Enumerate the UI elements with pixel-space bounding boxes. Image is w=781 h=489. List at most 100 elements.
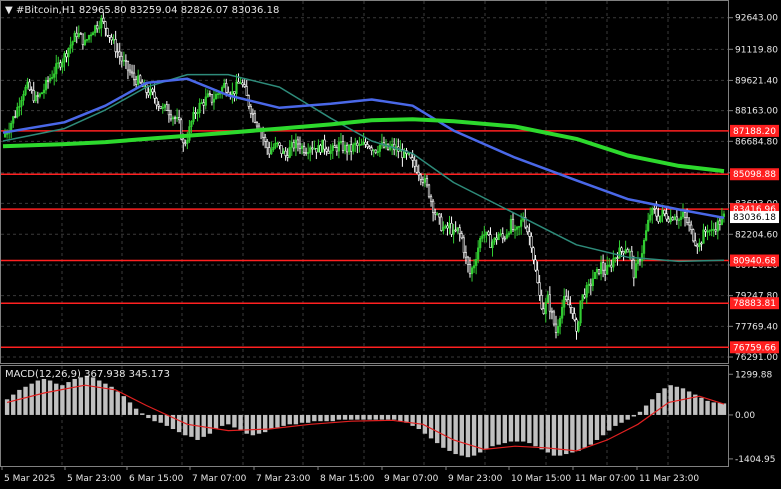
candle-body [438, 213, 441, 218]
candle-body [139, 75, 142, 83]
candle-body [348, 144, 351, 153]
candle-body [659, 215, 662, 222]
candle-body [505, 234, 508, 239]
candle-body [165, 104, 168, 111]
macd-histogram-bar [348, 414, 354, 420]
macd-histogram-bar [29, 383, 34, 415]
macd-histogram-bar [281, 414, 286, 426]
candle-body [429, 196, 433, 202]
candle-body [425, 178, 429, 186]
candle-body [434, 212, 437, 215]
candle-body [114, 38, 117, 52]
candle-body [298, 143, 302, 149]
time-tick-label: 7 Mar 07:00 [192, 474, 247, 484]
macd-histogram-bar [705, 400, 710, 415]
candle-body [362, 141, 365, 145]
macd-histogram-bar [484, 414, 489, 450]
candle-body [118, 51, 121, 57]
candle-body [499, 233, 502, 235]
price-tick-label: 82204.60 [735, 230, 778, 240]
candle-body [468, 264, 472, 275]
candle-body [460, 233, 463, 239]
chart-window[interactable]: 92643.00 91119.80 89621.40 88163.00 86684.80… [0, 0, 781, 489]
candle-body [577, 322, 580, 332]
macd-histogram-bar [521, 414, 526, 442]
candle-body [700, 242, 703, 245]
candle-body [313, 148, 316, 150]
macd-histogram-bar [336, 414, 342, 420]
macd-histogram-bar [582, 414, 587, 448]
candle-body [196, 112, 199, 115]
candle-body [624, 249, 627, 254]
candle-body [671, 217, 674, 221]
macd-histogram-bar [514, 414, 520, 442]
macd-histogram-bar [84, 375, 90, 415]
candle-body [42, 89, 46, 94]
candle-body [423, 178, 427, 183]
candle-body [452, 229, 455, 235]
candle-body [161, 107, 164, 109]
candle-body [284, 150, 287, 156]
candle-body [544, 302, 547, 314]
candle-body [317, 145, 320, 153]
candle-body [472, 265, 476, 269]
macd-histogram-bar [183, 414, 188, 436]
macd-histogram-bar [631, 414, 637, 417]
macd-histogram-bar [219, 414, 225, 426]
candle-body [69, 44, 72, 49]
candle-body [419, 174, 422, 180]
candle-body [556, 326, 560, 333]
macd-histogram-bar [232, 414, 237, 428]
macd-histogram-bar [576, 414, 581, 451]
candle-body [690, 224, 693, 230]
dropdown-arrow-icon[interactable]: ▼ [5, 5, 13, 16]
candle-body [458, 227, 461, 234]
candle-body [3, 133, 7, 138]
candle-body [194, 112, 197, 114]
macd-histogram-bar [600, 414, 606, 436]
candle-body [649, 214, 652, 221]
candle-body [178, 116, 181, 121]
macd-histogram-bar [66, 382, 71, 415]
candle-body [546, 294, 549, 303]
candle-body [276, 142, 279, 145]
candle-body [343, 144, 347, 151]
candle-body [22, 94, 25, 101]
candle-body [184, 142, 187, 145]
macd-histogram-bar [195, 414, 200, 440]
candle-body [483, 234, 486, 237]
candle-body [325, 148, 328, 152]
candle-body [448, 223, 451, 229]
candle-body [253, 113, 257, 123]
candle-body [618, 247, 621, 259]
macd-histogram-bar [293, 414, 299, 425]
candle-body [462, 237, 465, 253]
candle-body [628, 250, 631, 253]
candle-body [563, 295, 566, 308]
candle-body [606, 265, 609, 275]
macd-histogram-bar [97, 380, 102, 415]
macd-histogram-bar [625, 414, 630, 420]
candle-body [477, 247, 480, 260]
macd-histogram-bar [275, 414, 280, 428]
candle-body [567, 299, 570, 306]
macd-histogram-bar [465, 414, 471, 458]
candle-body [104, 21, 107, 29]
macd-histogram-bar [643, 405, 649, 415]
candle-body [515, 226, 519, 230]
candle-body [415, 165, 418, 173]
macd-histogram-bar [551, 414, 557, 456]
candle-body [550, 310, 554, 313]
candle-body [28, 81, 31, 90]
candle-body [464, 252, 467, 258]
candle-body [192, 112, 195, 122]
candle-body [575, 319, 578, 332]
candle-body [667, 218, 670, 223]
candle-body [26, 81, 29, 88]
macd-histogram-bar [72, 378, 77, 415]
macd-histogram-bar [146, 414, 151, 419]
candle-body [55, 63, 58, 75]
candle-body [427, 184, 431, 198]
candle-body [681, 212, 685, 218]
macd-histogram-bar [305, 414, 311, 423]
